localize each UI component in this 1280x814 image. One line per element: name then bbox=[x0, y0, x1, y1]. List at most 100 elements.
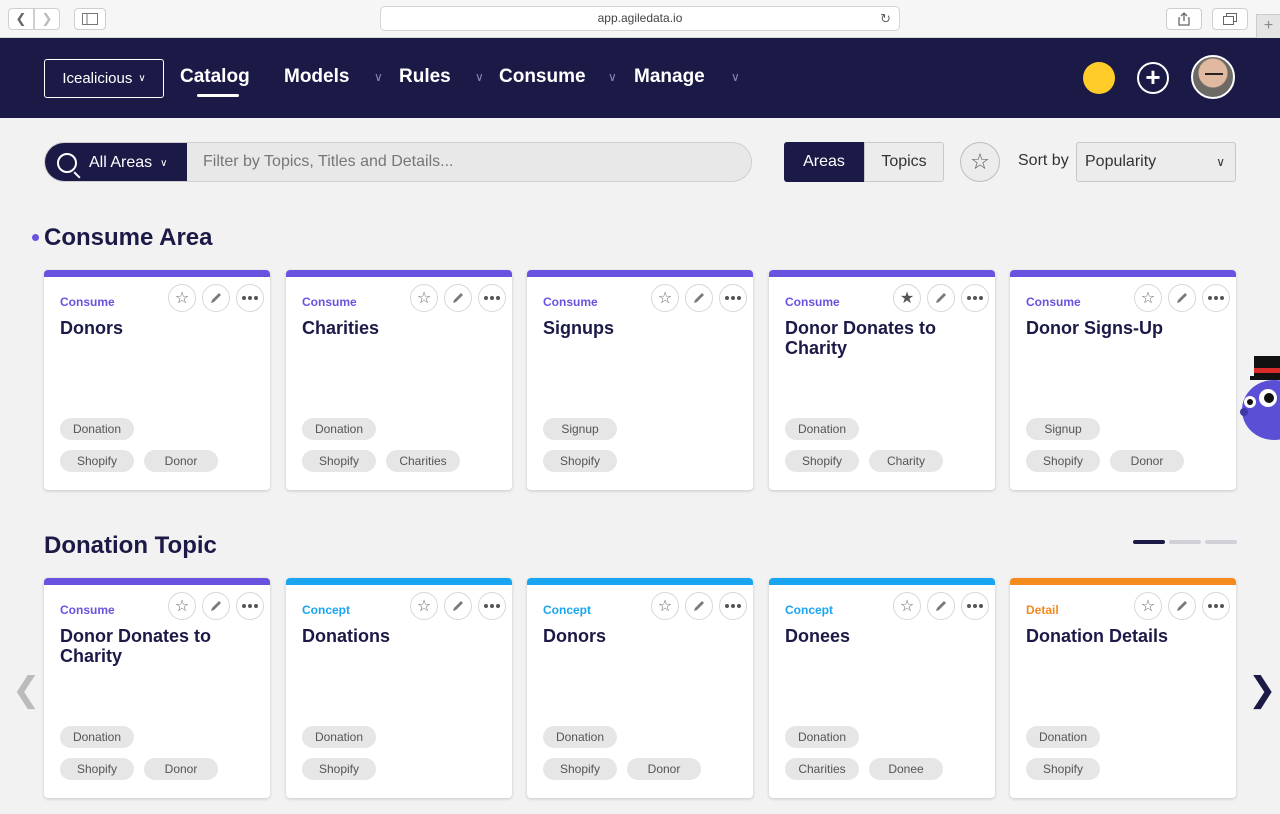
favorite-star-icon[interactable]: ☆ bbox=[168, 284, 196, 312]
more-options-icon[interactable] bbox=[478, 284, 506, 312]
catalog-card[interactable]: Consume ☆ Charities Donation Shopify Charitie… bbox=[286, 270, 512, 490]
more-options-icon[interactable] bbox=[961, 284, 989, 312]
more-options-icon[interactable] bbox=[236, 592, 264, 620]
catalog-card[interactable]: Concept ☆ Donees Donation Charities Donee bbox=[769, 578, 995, 798]
card-title[interactable]: Donation Details bbox=[1026, 626, 1222, 646]
tag-chip[interactable]: Shopify bbox=[543, 758, 617, 780]
more-options-icon[interactable] bbox=[719, 284, 747, 312]
rules-chevron-down-icon[interactable]: ∨ bbox=[475, 70, 484, 84]
consume-chevron-down-icon[interactable]: ∨ bbox=[608, 70, 617, 84]
tag-chip[interactable]: Donor bbox=[1110, 450, 1184, 472]
sidebar-toggle-icon[interactable] bbox=[74, 8, 106, 30]
status-indicator-icon[interactable] bbox=[1083, 62, 1115, 94]
nav-rules[interactable]: Rules bbox=[399, 66, 451, 88]
carousel-prev-icon[interactable]: ❮ bbox=[12, 670, 41, 710]
edit-pencil-icon[interactable] bbox=[927, 592, 955, 620]
toggle-areas[interactable]: Areas bbox=[784, 142, 864, 182]
tag-chip[interactable]: Shopify bbox=[1026, 450, 1100, 472]
card-title[interactable]: Donors bbox=[543, 626, 739, 646]
edit-pencil-icon[interactable] bbox=[927, 284, 955, 312]
favorite-star-icon[interactable]: ☆ bbox=[893, 592, 921, 620]
favorites-filter-star-icon[interactable]: ☆ bbox=[960, 142, 1000, 182]
favorite-star-icon[interactable]: ☆ bbox=[651, 592, 679, 620]
more-options-icon[interactable] bbox=[961, 592, 989, 620]
tag-chip[interactable]: Shopify bbox=[60, 758, 134, 780]
favorite-star-icon[interactable]: ☆ bbox=[651, 284, 679, 312]
tag-chip[interactable]: Donation bbox=[302, 726, 376, 748]
catalog-card[interactable]: Detail ☆ Donation Details Donation Shopify bbox=[1010, 578, 1236, 798]
workspace-selector[interactable]: Icealicious ∨ bbox=[44, 59, 164, 98]
new-tab-button[interactable]: + bbox=[1256, 14, 1280, 38]
catalog-card[interactable]: Consume ☆ Signups Signup Shopify bbox=[527, 270, 753, 490]
card-title[interactable]: Donations bbox=[302, 626, 498, 646]
favorite-star-icon[interactable]: ★ bbox=[893, 284, 921, 312]
edit-pencil-icon[interactable] bbox=[444, 592, 472, 620]
favorite-star-icon[interactable]: ☆ bbox=[1134, 284, 1162, 312]
edit-pencil-icon[interactable] bbox=[685, 592, 713, 620]
favorite-star-icon[interactable]: ☆ bbox=[168, 592, 196, 620]
nav-catalog[interactable]: Catalog bbox=[180, 66, 250, 88]
pager-dot-2[interactable] bbox=[1169, 540, 1201, 544]
pager-dot-3[interactable] bbox=[1205, 540, 1237, 544]
edit-pencil-icon[interactable] bbox=[1168, 592, 1196, 620]
edit-pencil-icon[interactable] bbox=[685, 284, 713, 312]
browser-back-button[interactable]: ❮ bbox=[8, 8, 34, 30]
card-title[interactable]: Donors bbox=[60, 318, 256, 338]
edit-pencil-icon[interactable] bbox=[1168, 284, 1196, 312]
tag-chip[interactable]: Shopify bbox=[60, 450, 134, 472]
tag-chip[interactable]: Donation bbox=[785, 418, 859, 440]
tag-chip[interactable]: Shopify bbox=[1026, 758, 1100, 780]
nav-models[interactable]: Models bbox=[284, 66, 349, 88]
avatar[interactable] bbox=[1191, 55, 1235, 99]
tag-chip[interactable]: Charities bbox=[386, 450, 460, 472]
tag-chip[interactable]: Shopify bbox=[543, 450, 617, 472]
favorite-star-icon[interactable]: ☆ bbox=[410, 592, 438, 620]
more-options-icon[interactable] bbox=[719, 592, 747, 620]
catalog-card[interactable]: Consume ★ Donor Donates to Charity Donation… bbox=[769, 270, 995, 490]
tag-chip[interactable]: Donation bbox=[302, 418, 376, 440]
edit-pencil-icon[interactable] bbox=[202, 592, 230, 620]
nav-manage[interactable]: Manage bbox=[634, 66, 705, 88]
catalog-card[interactable]: Consume ☆ Donor Signs-Up Signup Shopify Donor bbox=[1010, 270, 1236, 490]
catalog-card[interactable]: Consume ☆ Donors Donation Shopify Donor bbox=[44, 270, 270, 490]
sort-select[interactable]: Popularity ∨ bbox=[1076, 142, 1236, 182]
more-options-icon[interactable] bbox=[236, 284, 264, 312]
carousel-next-icon[interactable]: ❯ bbox=[1248, 670, 1277, 710]
tabs-overview-icon[interactable] bbox=[1212, 8, 1248, 30]
share-icon[interactable] bbox=[1166, 8, 1202, 30]
card-title[interactable]: Charities bbox=[302, 318, 498, 338]
pager-dot-1[interactable] bbox=[1133, 540, 1165, 544]
card-title[interactable]: Donor Signs-Up bbox=[1026, 318, 1222, 338]
edit-pencil-icon[interactable] bbox=[444, 284, 472, 312]
card-title[interactable]: Signups bbox=[543, 318, 739, 338]
toggle-topics[interactable]: Topics bbox=[864, 142, 944, 182]
tag-chip[interactable]: Charities bbox=[785, 758, 859, 780]
card-title[interactable]: Donor Donates to Charity bbox=[60, 626, 256, 666]
tag-chip[interactable]: Donation bbox=[785, 726, 859, 748]
favorite-star-icon[interactable]: ☆ bbox=[1134, 592, 1162, 620]
tag-chip[interactable]: Donee bbox=[869, 758, 943, 780]
tag-chip[interactable]: Donor bbox=[627, 758, 701, 780]
card-title[interactable]: Donor Donates to Charity bbox=[785, 318, 981, 358]
add-icon[interactable]: + bbox=[1137, 62, 1169, 94]
tag-chip[interactable]: Signup bbox=[1026, 418, 1100, 440]
tag-chip[interactable]: Signup bbox=[543, 418, 617, 440]
browser-forward-button[interactable]: ❯ bbox=[34, 8, 60, 30]
tag-chip[interactable]: Shopify bbox=[302, 758, 376, 780]
reload-icon[interactable]: ↻ bbox=[880, 7, 891, 30]
more-options-icon[interactable] bbox=[1202, 284, 1230, 312]
nav-consume[interactable]: Consume bbox=[499, 66, 586, 88]
area-selector[interactable]: All Areas ∨ bbox=[45, 143, 187, 181]
catalog-card[interactable]: Consume ☆ Donor Donates to Charity Donation… bbox=[44, 578, 270, 798]
more-options-icon[interactable] bbox=[478, 592, 506, 620]
tag-chip[interactable]: Shopify bbox=[302, 450, 376, 472]
models-chevron-down-icon[interactable]: ∨ bbox=[374, 70, 383, 84]
favorite-star-icon[interactable]: ☆ bbox=[410, 284, 438, 312]
catalog-card[interactable]: Concept ☆ Donations Donation Shopify bbox=[286, 578, 512, 798]
manage-chevron-down-icon[interactable]: ∨ bbox=[731, 70, 740, 84]
tag-chip[interactable]: Donation bbox=[60, 418, 134, 440]
more-options-icon[interactable] bbox=[1202, 592, 1230, 620]
tag-chip[interactable]: Shopify bbox=[785, 450, 859, 472]
tag-chip[interactable]: Donor bbox=[144, 450, 218, 472]
address-bar[interactable]: app.agiledata.io ↻ bbox=[380, 6, 900, 31]
